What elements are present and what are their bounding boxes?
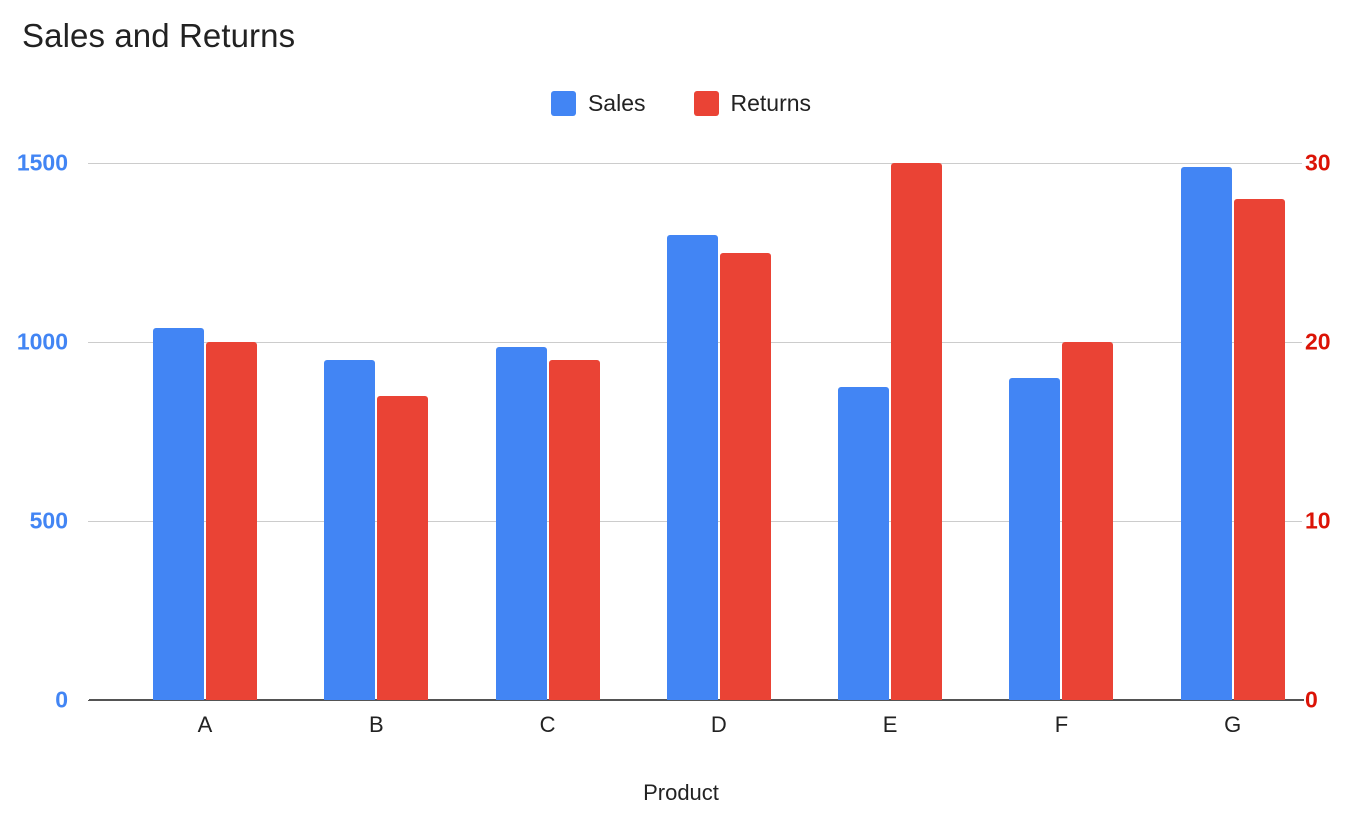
bar-group: [610, 163, 781, 700]
bar-group: [781, 163, 952, 700]
bar-sales[interactable]: [838, 386, 890, 700]
y-axis-right-tick: [1294, 342, 1302, 343]
legend-swatch-sales: [550, 91, 576, 116]
y-axis-right-tick-label: 20: [1305, 328, 1331, 355]
bar-group: [96, 163, 267, 700]
bar-returns[interactable]: [206, 342, 257, 700]
bar-sales[interactable]: [324, 359, 376, 700]
y-axis-right-tick: [1294, 521, 1302, 522]
chart-title: Sales and Returns: [22, 17, 296, 54]
bar-sales[interactable]: [495, 347, 547, 700]
y-axis-left-tick: [88, 163, 96, 164]
plot-bars: [96, 163, 1295, 700]
bar-returns[interactable]: [377, 395, 429, 700]
bar-group: [1124, 163, 1295, 700]
x-axis-tick-label: E: [882, 712, 898, 737]
bar-sales[interactable]: [666, 234, 718, 700]
y-axis-left-tick: [88, 521, 96, 522]
bar-returns[interactable]: [1233, 198, 1285, 700]
y-axis-right-tick-label: 0: [1305, 686, 1318, 713]
y-axis-left-tick: [88, 700, 96, 701]
x-axis-tick-label: A: [197, 712, 213, 737]
y-axis-right-tick-label: 30: [1305, 149, 1331, 176]
legend-item-returns[interactable]: Returns: [693, 90, 812, 117]
x-axis-tick-label: F: [1054, 712, 1069, 737]
x-axis-tick-label: B: [368, 712, 384, 737]
x-axis-tick-label: C: [539, 712, 556, 737]
y-axis-right-tick: [1294, 700, 1302, 701]
y-axis-left-tick-label: 0: [55, 686, 68, 713]
chart-legend: Sales Returns: [0, 90, 1362, 117]
bar-sales[interactable]: [153, 327, 204, 700]
chart-container: Sales and Returns Sales Returns 0 500 1000…: [0, 0, 1362, 820]
legend-swatch-returns: [693, 91, 719, 116]
legend-item-sales[interactable]: Sales: [550, 90, 646, 117]
x-axis-tick-label: G: [1224, 712, 1242, 737]
bar-group: [439, 163, 610, 700]
x-axis-tick-label: D: [710, 712, 727, 737]
bar-sales[interactable]: [1180, 166, 1232, 700]
y-axis-left-tick: [88, 342, 96, 343]
y-axis-left-tick-label: 500: [29, 507, 68, 534]
bar-returns[interactable]: [1062, 342, 1114, 700]
y-axis-right-tick: [1294, 163, 1302, 164]
bar-returns[interactable]: [548, 359, 600, 700]
bar-group: [267, 163, 438, 700]
x-axis-title: Product: [643, 780, 719, 805]
bar-returns[interactable]: [719, 252, 771, 700]
y-axis-left-tick-label: 1000: [16, 328, 68, 355]
y-axis-left-tick-label: 1500: [16, 149, 68, 176]
legend-label-returns: Returns: [730, 90, 812, 116]
bar-group: [952, 163, 1123, 700]
legend-label-sales: Sales: [587, 90, 646, 116]
bar-returns[interactable]: [891, 163, 943, 700]
bar-sales[interactable]: [1009, 377, 1061, 700]
y-axis-right-tick-label: 10: [1305, 507, 1331, 534]
